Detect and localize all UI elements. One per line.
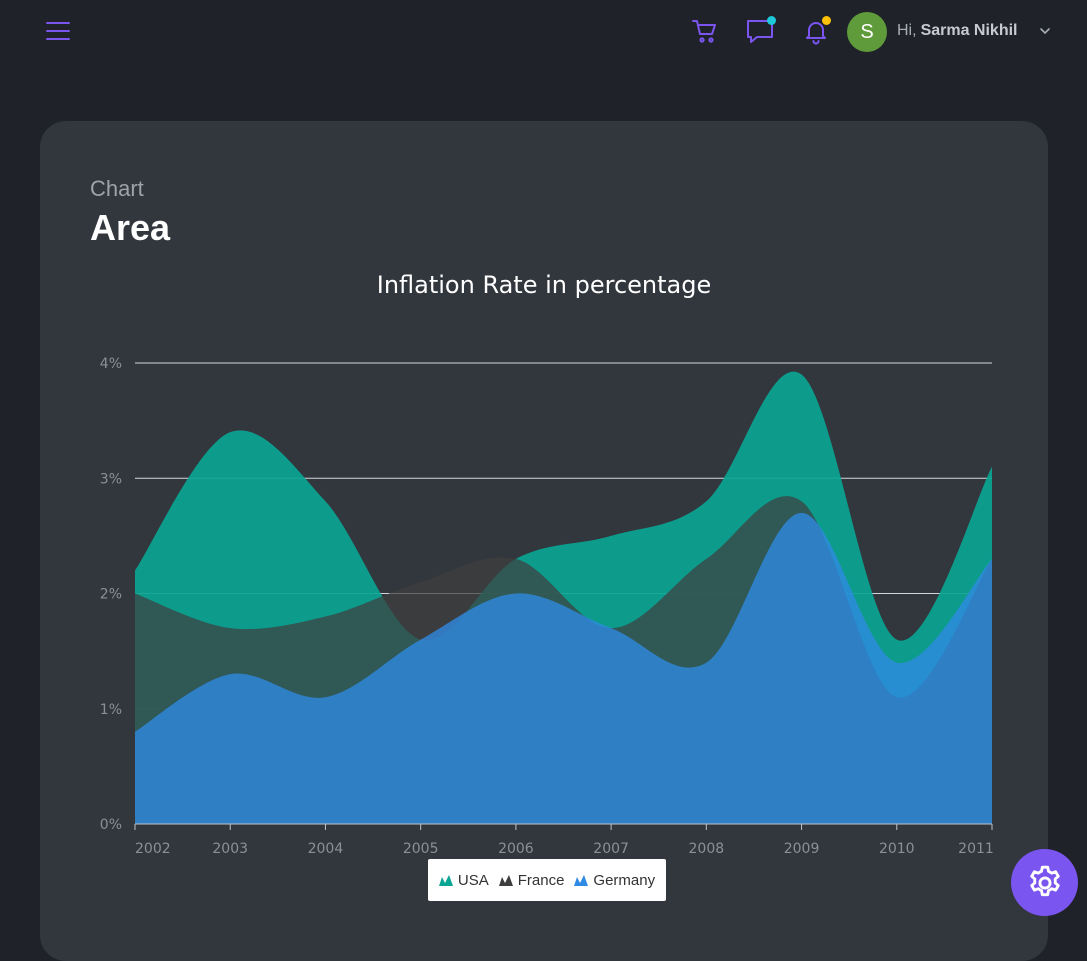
chart-legend: USA France Germany xyxy=(428,859,666,901)
area-series-icon xyxy=(438,875,453,886)
y-tick-label: 1% xyxy=(100,702,122,718)
area-chart: Inflation Rate in percentage 0% 1% 2% 3% 4% 20… xyxy=(100,271,994,857)
x-tick-label: 2003 xyxy=(212,841,248,857)
legend-item-germany[interactable]: Germany xyxy=(574,872,655,889)
chart-title: Inflation Rate in percentage xyxy=(377,271,712,299)
x-tick-label: 2007 xyxy=(593,841,629,857)
legend-label: France xyxy=(517,871,565,889)
legend-label: USA xyxy=(457,871,489,889)
legend-item-france[interactable]: France xyxy=(498,871,565,889)
x-tick-label: 2010 xyxy=(879,841,915,857)
y-tick-label: 0% xyxy=(100,817,122,833)
y-tick-label: 4% xyxy=(100,356,122,372)
x-tick-label: 2002 xyxy=(135,841,171,857)
gear-icon xyxy=(1029,865,1060,896)
legend-item-usa[interactable]: USA xyxy=(438,871,489,889)
x-tick-label: 2005 xyxy=(403,841,439,857)
x-tick-label: 2011 xyxy=(958,841,994,857)
x-tick-label: 2004 xyxy=(308,841,344,857)
x-tick-label: 2006 xyxy=(498,841,534,857)
y-tick-label: 3% xyxy=(100,471,122,487)
area-series-icon xyxy=(498,875,513,886)
legend-label: Germany xyxy=(593,871,656,889)
y-tick-label: 2% xyxy=(100,587,122,603)
area-series-icon xyxy=(574,875,589,886)
x-tick-label: 2008 xyxy=(689,841,725,857)
settings-button[interactable] xyxy=(1011,849,1078,916)
x-tick-label: 2009 xyxy=(784,841,820,857)
